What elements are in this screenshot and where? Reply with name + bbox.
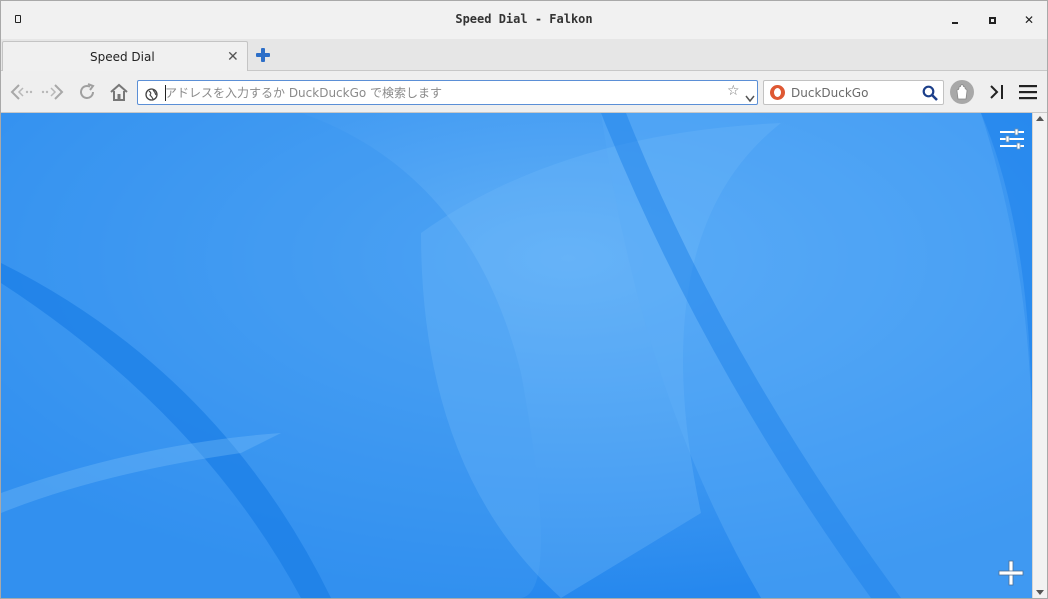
duckduckgo-icon[interactable]	[770, 85, 785, 100]
vertical-scrollbar[interactable]	[1032, 113, 1047, 598]
wallpaper-background	[1, 113, 1032, 598]
scroll-up-icon[interactable]	[1036, 116, 1044, 121]
bookmark-star-icon[interactable]: ☆	[727, 83, 740, 99]
tab-speed-dial[interactable]: Speed Dial ✕	[2, 41, 248, 71]
search-input[interactable]	[791, 83, 916, 102]
browser-window: Speed Dial - Falkon ✕ Speed Dial ✕ アドレスを…	[0, 0, 1048, 599]
sidebar-toggle-icon[interactable]	[985, 80, 1009, 104]
speed-dial-page	[1, 113, 1032, 598]
search-icon[interactable]	[922, 85, 938, 105]
maximize-button[interactable]	[984, 12, 1000, 28]
close-button[interactable]: ✕	[1021, 12, 1037, 28]
main-menu-icon[interactable]	[1016, 80, 1040, 104]
new-tab-icon[interactable]	[255, 47, 271, 63]
home-icon[interactable]	[107, 80, 131, 104]
window-title: Speed Dial - Falkon	[455, 12, 593, 26]
tab-bar: Speed Dial ✕	[1, 39, 1047, 71]
reload-icon[interactable]	[75, 80, 99, 104]
site-info-icon[interactable]	[145, 86, 158, 105]
navigation-toolbar: ☆	[1, 71, 1047, 113]
title-bar[interactable]: Speed Dial - Falkon ✕	[1, 1, 1047, 39]
address-input[interactable]	[165, 83, 705, 102]
text-caret	[165, 85, 166, 101]
add-speed-dial-icon[interactable]	[997, 559, 1025, 587]
speed-dial-settings-icon[interactable]	[998, 127, 1026, 151]
address-bar[interactable]: ☆	[137, 80, 758, 105]
forward-icon[interactable]	[41, 80, 65, 104]
back-icon[interactable]	[9, 80, 33, 104]
tab-close-icon[interactable]: ✕	[227, 49, 239, 65]
minimize-button[interactable]	[947, 12, 963, 28]
history-dropdown-icon[interactable]	[745, 88, 755, 107]
scroll-down-icon[interactable]	[1036, 590, 1044, 595]
tab-label: Speed Dial	[90, 50, 155, 64]
search-bar[interactable]	[763, 80, 944, 105]
adblock-icon[interactable]	[950, 80, 974, 104]
